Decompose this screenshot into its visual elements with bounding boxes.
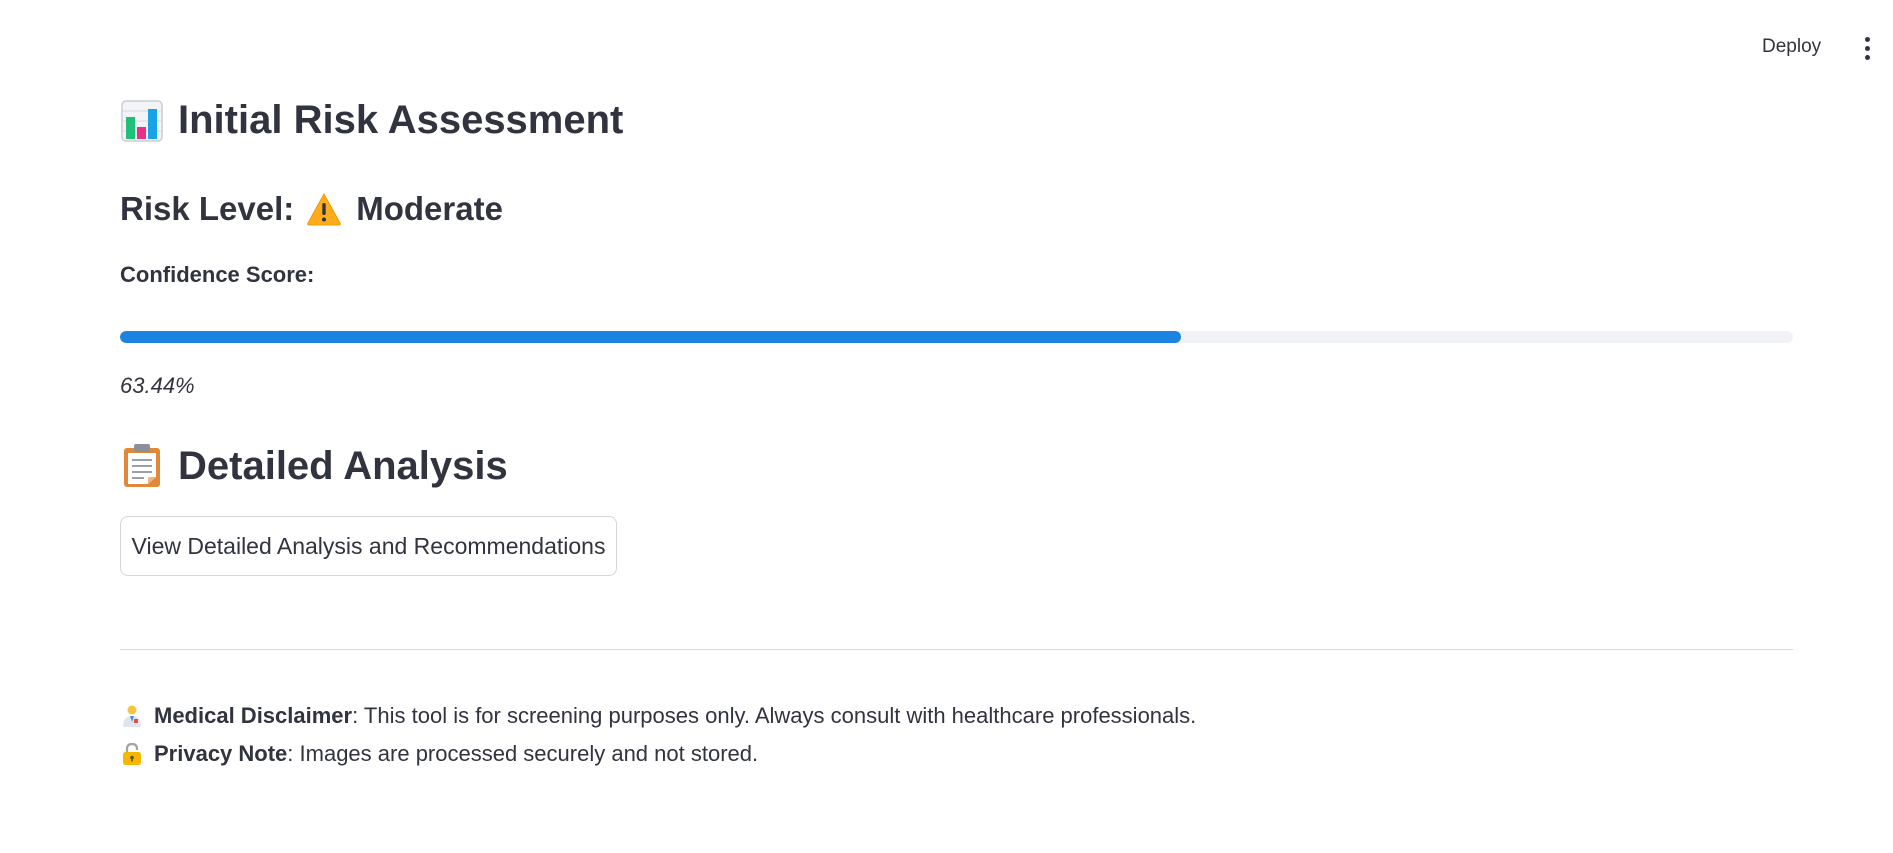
risk-level-value: Moderate — [356, 190, 503, 227]
vertical-ellipsis-icon-dot — [1864, 54, 1870, 60]
privacy-note-label: Privacy Note — [154, 741, 288, 766]
risk-assessment-title-text: Initial Risk Assessment — [178, 98, 624, 142]
health-worker-icon — [123, 705, 141, 727]
main-menu-button[interactable] — [1852, 32, 1882, 64]
privacy-note: Privacy Note : Images are processed secu… — [120, 741, 758, 767]
medical-disclaimer: Medical Disclaimer : This tool is for sc… — [120, 703, 1196, 729]
lock-icon — [123, 742, 141, 765]
detailed-analysis-title-text: Detailed Analysis — [178, 443, 508, 488]
deploy-button[interactable]: Deploy — [1750, 30, 1833, 64]
risk-level: Risk Level: Moderate — [120, 190, 503, 228]
medical-disclaimer-text: : This tool is for screening purposes on… — [352, 703, 1197, 728]
medical-disclaimer-label: Medical Disclaimer — [154, 703, 353, 728]
confidence-progress-fill — [120, 331, 1182, 343]
confidence-progress-bar — [120, 331, 1793, 343]
divider — [120, 649, 1793, 650]
app-header: Deploy — [0, 0, 1893, 96]
bar-chart-icon — [121, 99, 163, 142]
vertical-ellipsis-icon — [1864, 36, 1870, 42]
warning-icon — [307, 192, 342, 226]
risk-assessment-title: Initial Risk Assessment — [120, 98, 623, 143]
confidence-score-label: Confidence Score: — [120, 262, 315, 287]
clipboard-icon — [124, 444, 160, 487]
confidence-score-value: 63.44% — [120, 373, 195, 398]
privacy-note-text: : Images are processed securely and not … — [287, 741, 759, 766]
vertical-ellipsis-icon-dot — [1864, 45, 1870, 51]
risk-level-label: Risk Level: — [120, 190, 295, 227]
view-detailed-analysis-button[interactable]: View Detailed Analysis and Recommendatio… — [120, 516, 617, 576]
detailed-analysis-title: Detailed Analysis — [120, 443, 508, 489]
